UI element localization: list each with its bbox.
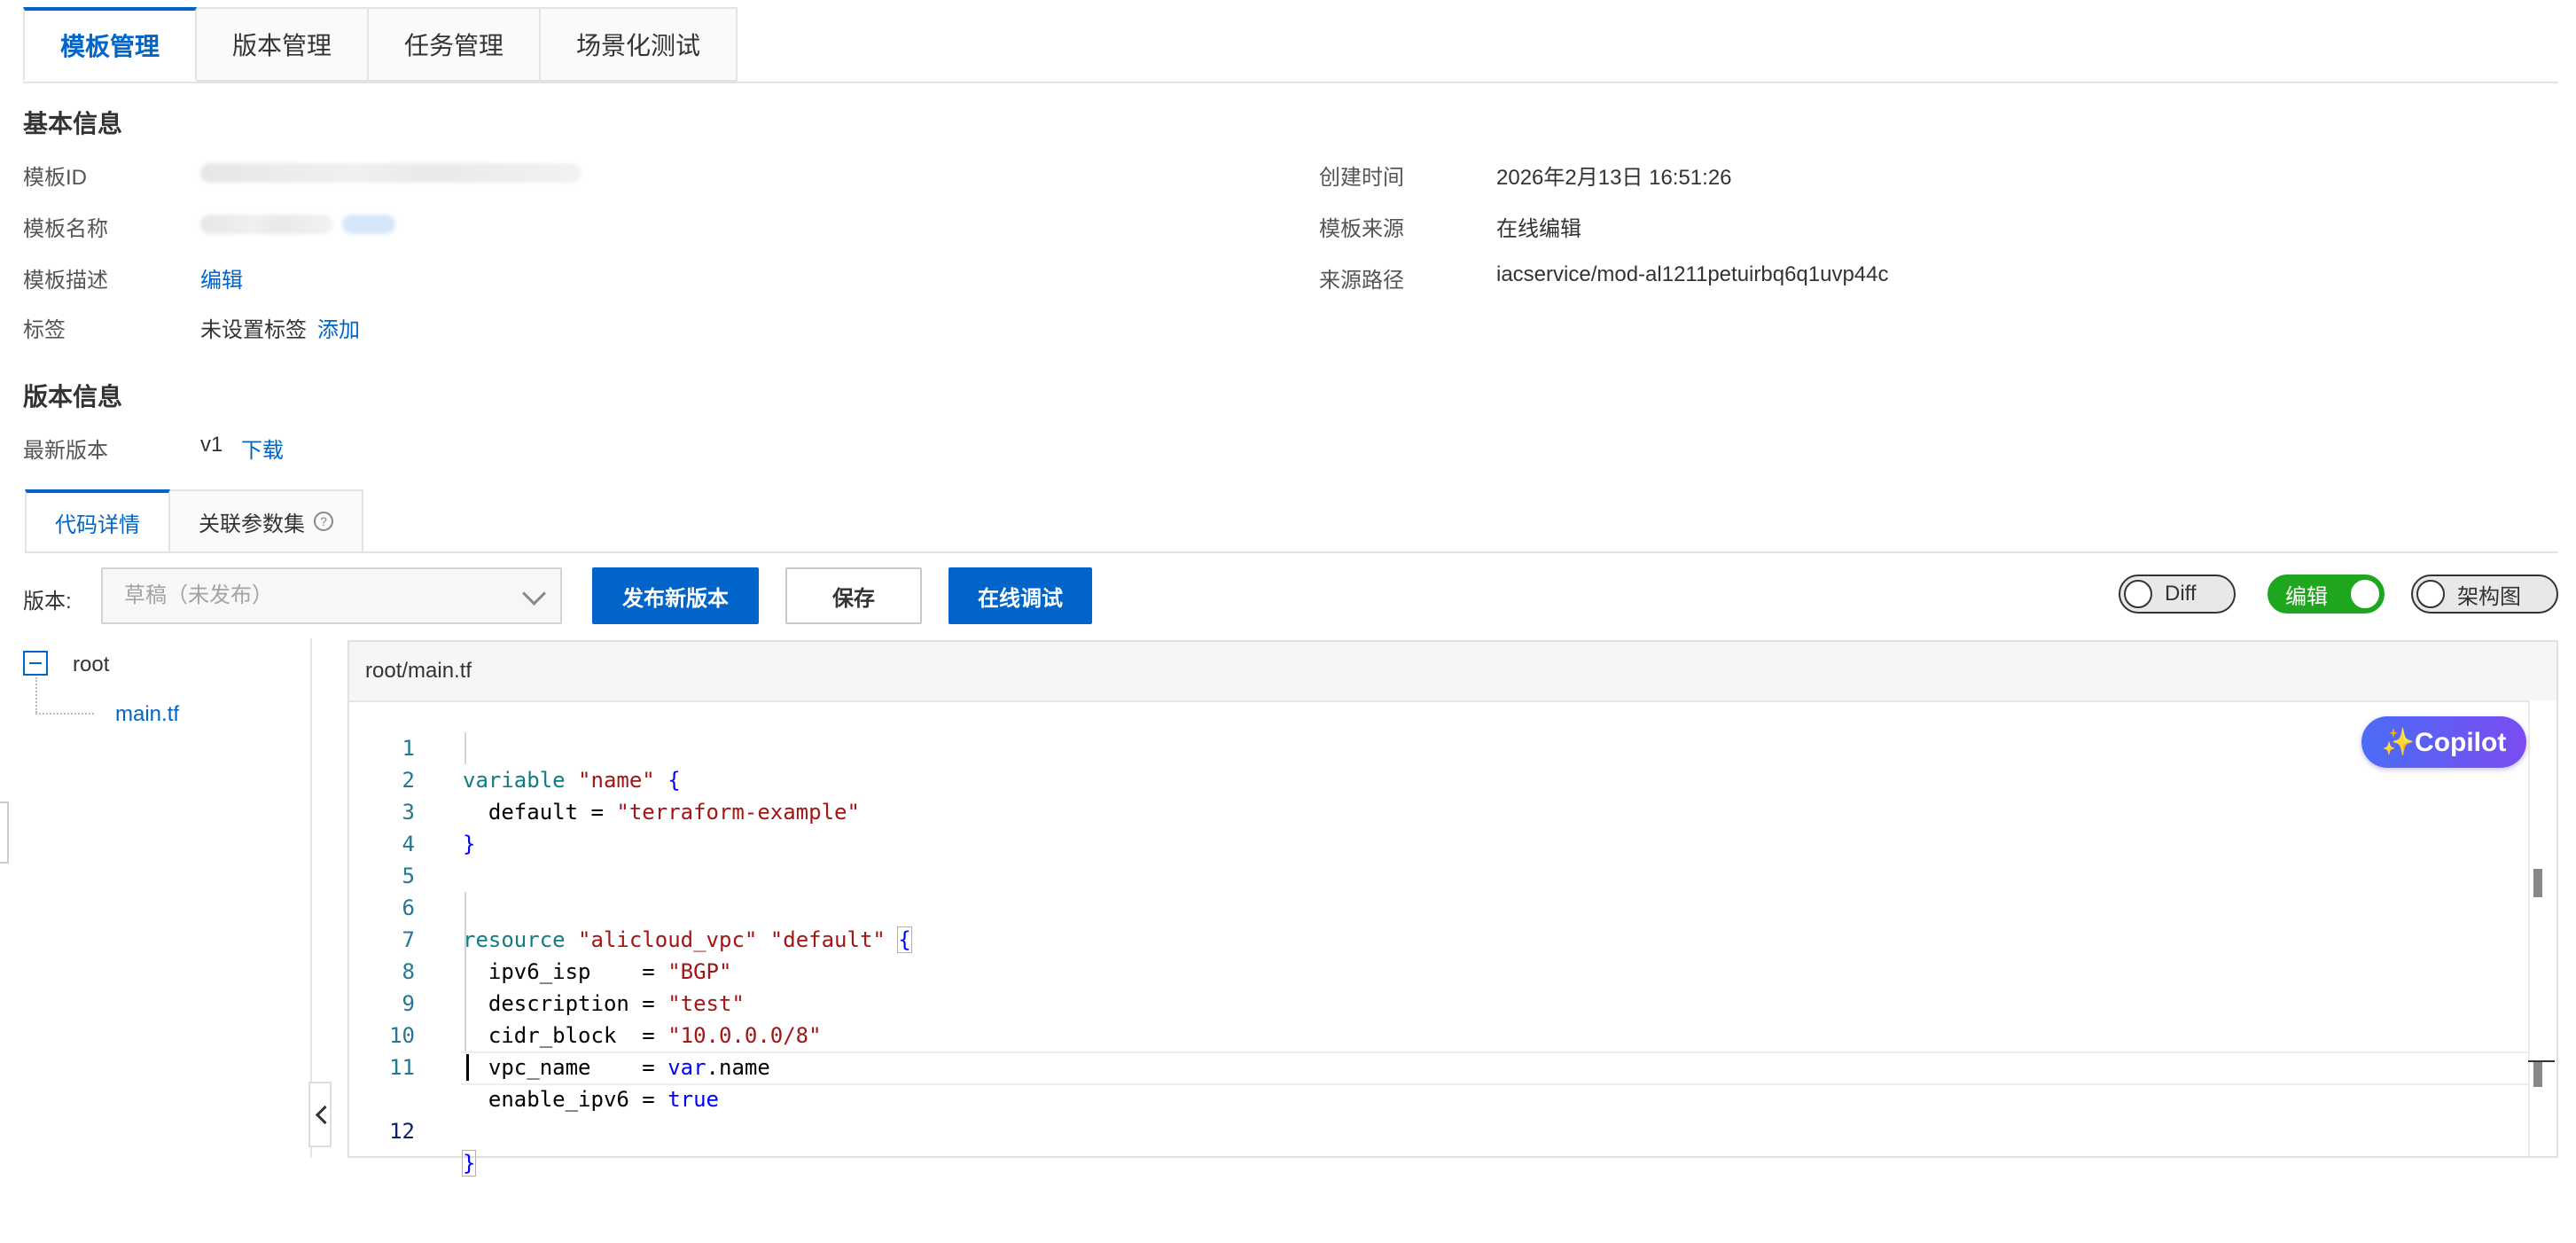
online-debug-button[interactable]: 在线调试 — [948, 567, 1092, 624]
side-drawer-handle[interactable] — [0, 801, 9, 864]
version-info-title: 版本信息 — [23, 383, 123, 410]
editor-file-path: root/main.tf — [349, 642, 2556, 702]
template-source-label: 模板来源 — [1319, 217, 1404, 241]
tree-root-label[interactable]: root — [73, 653, 109, 677]
tree-file-main-tf[interactable]: main.tf — [115, 702, 179, 727]
text-cursor — [466, 1054, 469, 1081]
code-line: 9 cidr_block = "10.0.0.0/8" — [349, 956, 2530, 1048]
code-text: } — [461, 1150, 477, 1177]
edit-toggle-label: 编辑 — [2285, 584, 2328, 609]
latest-version-label: 最新版本 — [23, 439, 108, 463]
help-icon[interactable]: ? — [314, 512, 333, 531]
version-select[interactable]: 草稿（未发布） — [101, 567, 562, 624]
chevron-down-icon — [522, 582, 546, 606]
scroll-marker — [2533, 1060, 2542, 1087]
edit-toggle-knob — [2351, 580, 2379, 608]
code-line: 1 variable "name" { — [349, 700, 2530, 793]
code-editor[interactable]: root/main.tf 1 variable "name" { 2 defau… — [347, 640, 2558, 1177]
scroll-marker — [2533, 869, 2542, 897]
tab-linked-parameter-sets[interactable]: 关联参数集 ? — [170, 489, 363, 553]
tab-template-management[interactable]: 模板管理 — [23, 7, 198, 82]
code-line: 4 — [349, 796, 2530, 856]
template-description-label: 模板描述 — [23, 269, 108, 293]
version-select-label: 版本: — [23, 590, 72, 614]
tab-version-management[interactable]: 版本管理 — [197, 7, 370, 82]
diff-toggle[interactable]: Diff — [2119, 575, 2236, 614]
created-time-label: 创建时间 — [1319, 166, 1404, 190]
top-tabs: 模板管理 版本管理 任务管理 场景化测试 — [23, 7, 738, 83]
version-select-value: 草稿（未发布） — [124, 583, 273, 607]
collapse-tree-icon[interactable] — [23, 651, 48, 676]
template-id-label: 模板ID — [23, 166, 87, 190]
tree-connector-horizontal — [35, 713, 94, 715]
code-line-current: 12 } — [349, 1051, 2530, 1177]
code-text: enable_ipv6 = true — [463, 1087, 719, 1112]
code-area[interactable]: 1 variable "name" { 2 default = "terrafo… — [349, 700, 2530, 1177]
tree-connector-vertical — [35, 677, 37, 713]
template-name-edit-redacted — [342, 215, 395, 234]
source-path-value: iacservice/mod-al1211petuirbq6q1uvp44c — [1496, 262, 1889, 286]
code-line: 8 description = "test" — [349, 924, 2530, 1016]
copilot-button[interactable]: ✨Copilot — [2361, 716, 2526, 768]
latest-version-value: v1 — [200, 433, 223, 457]
tab-scenario-testing[interactable]: 场景化测试 — [541, 7, 738, 82]
template-name-label: 模板名称 — [23, 217, 108, 241]
diff-toggle-knob — [2124, 580, 2152, 608]
code-line: 7 ipv6_isp = "BGP" — [349, 892, 2530, 984]
code-sub-tabs: 代码详情 关联参数集 ? — [25, 489, 363, 553]
code-line: 2 default = "terraform-example" — [349, 732, 2530, 825]
source-path-label: 来源路径 — [1319, 269, 1404, 293]
sub-tabs-divider — [25, 551, 2558, 553]
tags-value: 未设置标签 — [200, 318, 307, 342]
tab-task-management[interactable]: 任务管理 — [369, 7, 542, 82]
add-tag-link[interactable]: 添加 — [317, 312, 360, 343]
cursor-marker — [2528, 1060, 2555, 1062]
architecture-toggle-label: 架构图 — [2457, 584, 2521, 609]
editor-scrollbar[interactable] — [2528, 700, 2556, 1156]
template-name-value-redacted — [200, 215, 333, 234]
created-time-value: 2026年2月13日 16:51:26 — [1496, 166, 1732, 190]
architecture-toggle-knob — [2416, 580, 2445, 608]
code-line: 6 resource "alicloud_vpc" "default" { — [349, 860, 2530, 953]
tab-code-details[interactable]: 代码详情 — [25, 489, 170, 553]
tree-divider — [310, 638, 312, 1158]
edit-toggle[interactable]: 编辑 — [2268, 575, 2385, 614]
current-line-highlight — [461, 1051, 2530, 1085]
publish-new-version-button[interactable]: 发布新版本 — [592, 567, 759, 624]
download-link[interactable]: 下载 — [241, 433, 284, 464]
template-source-value: 在线编辑 — [1496, 217, 1581, 241]
description-edit-link[interactable]: 编辑 — [200, 262, 243, 293]
basic-info-title: 基本信息 — [23, 110, 123, 137]
template-id-value-redacted — [200, 163, 582, 183]
code-line: 3 } — [349, 764, 2530, 856]
tab-linked-parameter-sets-label: 关联参数集 — [199, 512, 305, 536]
diff-toggle-label: Diff — [2165, 582, 2197, 606]
architecture-toggle[interactable]: 架构图 — [2411, 575, 2558, 614]
tags-label: 标签 — [23, 318, 66, 342]
code-line: 11 enable_ipv6 = true — [349, 1020, 2530, 1112]
collapse-sidebar-button[interactable] — [308, 1082, 332, 1147]
line-number: 12 — [389, 1119, 415, 1144]
code-line: 5 — [349, 828, 2530, 888]
tabs-divider — [23, 82, 2558, 83]
save-button[interactable]: 保存 — [785, 567, 922, 624]
code-line: 10 vpc_name = var.name — [349, 988, 2530, 1080]
